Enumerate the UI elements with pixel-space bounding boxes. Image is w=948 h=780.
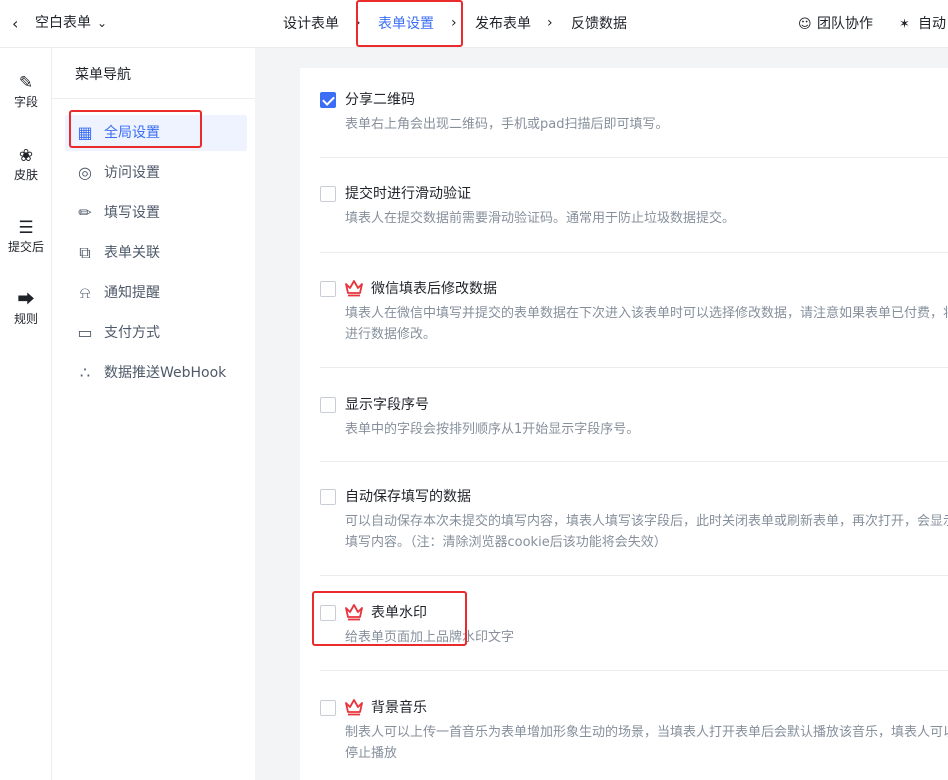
edit-icon: ✎ xyxy=(18,73,34,93)
menu-item-global-settings[interactable]: ▦ 全局设置 xyxy=(65,115,247,151)
chevron-right-icon: › xyxy=(355,15,361,31)
auto-label: 自动 xyxy=(918,16,946,32)
globe-icon: ◎ xyxy=(78,163,92,182)
field-numbers-checkbox[interactable] xyxy=(320,397,336,413)
bg-music-checkbox[interactable] xyxy=(320,700,336,716)
rail-item-after-submit[interactable]: ☰ 提交后 xyxy=(0,217,52,255)
palette-icon: ❀ xyxy=(18,146,34,166)
setting-title: 分享二维码 xyxy=(345,92,415,108)
rail-label: 规则 xyxy=(13,312,38,326)
setting-desc: 给表单页面加上品牌水印文字 xyxy=(345,630,515,645)
watermark-checkbox[interactable] xyxy=(320,605,336,621)
setting-desc: 制表人可以上传一首音乐为表单增加形象生动的场景，当填表人打开表单后会默认播放该音… xyxy=(345,725,948,761)
pencil-icon: ✏ xyxy=(78,203,92,222)
tab-feedback-data[interactable]: 反馈数据 xyxy=(571,14,627,34)
tab-form-settings[interactable]: 表单设置 xyxy=(378,14,434,34)
team-collab-label: 团队协作 xyxy=(817,16,873,32)
rail-item-rules[interactable]: ⮕ 规则 xyxy=(0,289,52,327)
setting-desc: 填表人在提交数据前需要滑动验证码。通常用于防止垃圾数据提交。 xyxy=(345,211,736,226)
rail-label: 字段 xyxy=(13,95,38,109)
tab-publish-form[interactable]: 发布表单 xyxy=(475,14,531,34)
menu-item-label: 通知提醒 xyxy=(104,285,160,301)
chart-icon: ∴ xyxy=(79,363,91,382)
crown-icon xyxy=(345,280,363,297)
crown-icon xyxy=(345,699,363,716)
menu-item-label: 表单关联 xyxy=(104,245,160,261)
team-collab-button[interactable]: ☺ 团队协作 xyxy=(798,14,873,35)
left-rail: ✎ 字段 ❀ 皮肤 ☰ 提交后 ⮕ 规则 xyxy=(0,48,52,780)
flow-icon: ⮕ xyxy=(17,290,35,310)
setting-title: 显示字段序号 xyxy=(345,397,429,413)
tab-design-form[interactable]: 设计表单 xyxy=(283,14,339,34)
divider xyxy=(52,98,255,99)
setting-desc: 表单右上角会出现二维码，手机或pad扫描后即可填写。 xyxy=(345,117,669,132)
setting-title: 自动保存填写的数据 xyxy=(345,489,471,505)
menu-item-webhook[interactable]: ∴ 数据推送WebHook xyxy=(65,355,247,391)
chevron-right-icon: › xyxy=(547,15,553,31)
menu-item-label: 全局设置 xyxy=(104,125,160,141)
settings-menu: 菜单导航 ▦ 全局设置 ◎ 访问设置 ✏ 填写设置 ⧉ 表单关联 ⍾ 通知提醒 … xyxy=(52,48,255,780)
setting-title: 表单水印 xyxy=(371,605,427,621)
menu-item-label: 填写设置 xyxy=(104,205,160,221)
wechat-edit-checkbox[interactable] xyxy=(320,281,336,297)
setting-desc: 可以自动保存本次未提交的填写内容，填表人填写该字段后，此时关闭表单或刷新表单，再… xyxy=(345,514,948,550)
menu-item-fill-settings[interactable]: ✏ 填写设置 xyxy=(65,195,247,231)
top-header: ‹ 空白表单 ⌄ 设计表单 › 表单设置 › 发布表单 › 反馈数据 ☺ 团队协作… xyxy=(0,0,948,48)
menu-item-label: 访问设置 xyxy=(104,165,160,181)
card-icon: ▭ xyxy=(77,323,93,342)
autosave-checkbox[interactable] xyxy=(320,489,336,505)
rail-item-fields[interactable]: ✎ 字段 xyxy=(0,72,52,110)
form-title[interactable]: 空白表单 xyxy=(35,13,91,33)
link-squares-icon: ⧉ xyxy=(79,243,91,262)
chevron-right-icon: › xyxy=(451,15,457,31)
menu-item-form-link[interactable]: ⧉ 表单关联 xyxy=(65,235,247,271)
divider xyxy=(320,461,948,462)
setting-title: 提交时进行滑动验证 xyxy=(345,186,471,202)
rail-label: 提交后 xyxy=(7,240,44,254)
settings-panel: 分享二维码 表单右上角会出现二维码，手机或pad扫描后即可填写。 提交时进行滑动… xyxy=(300,68,948,780)
divider xyxy=(320,252,948,253)
crown-icon xyxy=(345,604,363,621)
chevron-down-icon[interactable]: ⌄ xyxy=(97,13,107,33)
divider xyxy=(320,157,948,158)
team-icon: ☺ xyxy=(798,17,812,32)
divider xyxy=(320,367,948,368)
rail-label: 皮肤 xyxy=(13,168,38,182)
share-qr-checkbox[interactable] xyxy=(320,92,336,108)
rail-item-skin[interactable]: ❀ 皮肤 xyxy=(0,145,52,183)
menu-item-access-settings[interactable]: ◎ 访问设置 xyxy=(65,155,247,191)
chevron-left-icon[interactable]: ‹ xyxy=(12,14,28,34)
magic-wand-icon: ✶ xyxy=(899,17,910,32)
auto-button[interactable]: ✶ 自动 xyxy=(899,14,946,35)
menu-item-label: 数据推送WebHook xyxy=(104,365,227,381)
menu-heading: 菜单导航 xyxy=(75,67,131,83)
setting-title: 微信填表后修改数据 xyxy=(371,281,497,297)
divider xyxy=(320,575,948,576)
setting-desc: 填表人在微信中填写并提交的表单数据在下次进入该表单时可以选择修改数据，请注意如果… xyxy=(345,306,948,342)
bell-icon: ⍾ xyxy=(79,283,91,302)
menu-item-notifications[interactable]: ⍾ 通知提醒 xyxy=(65,275,247,311)
divider xyxy=(320,670,948,671)
grid-icon: ▦ xyxy=(77,123,93,142)
setting-desc: 表单中的字段会按排列顺序从1开始显示字段序号。 xyxy=(345,422,640,437)
slide-verify-checkbox[interactable] xyxy=(320,186,336,202)
setting-title: 背景音乐 xyxy=(371,700,427,716)
menu-item-label: 支付方式 xyxy=(104,325,160,341)
document-icon: ☰ xyxy=(18,218,34,238)
menu-item-payment[interactable]: ▭ 支付方式 xyxy=(65,315,247,351)
